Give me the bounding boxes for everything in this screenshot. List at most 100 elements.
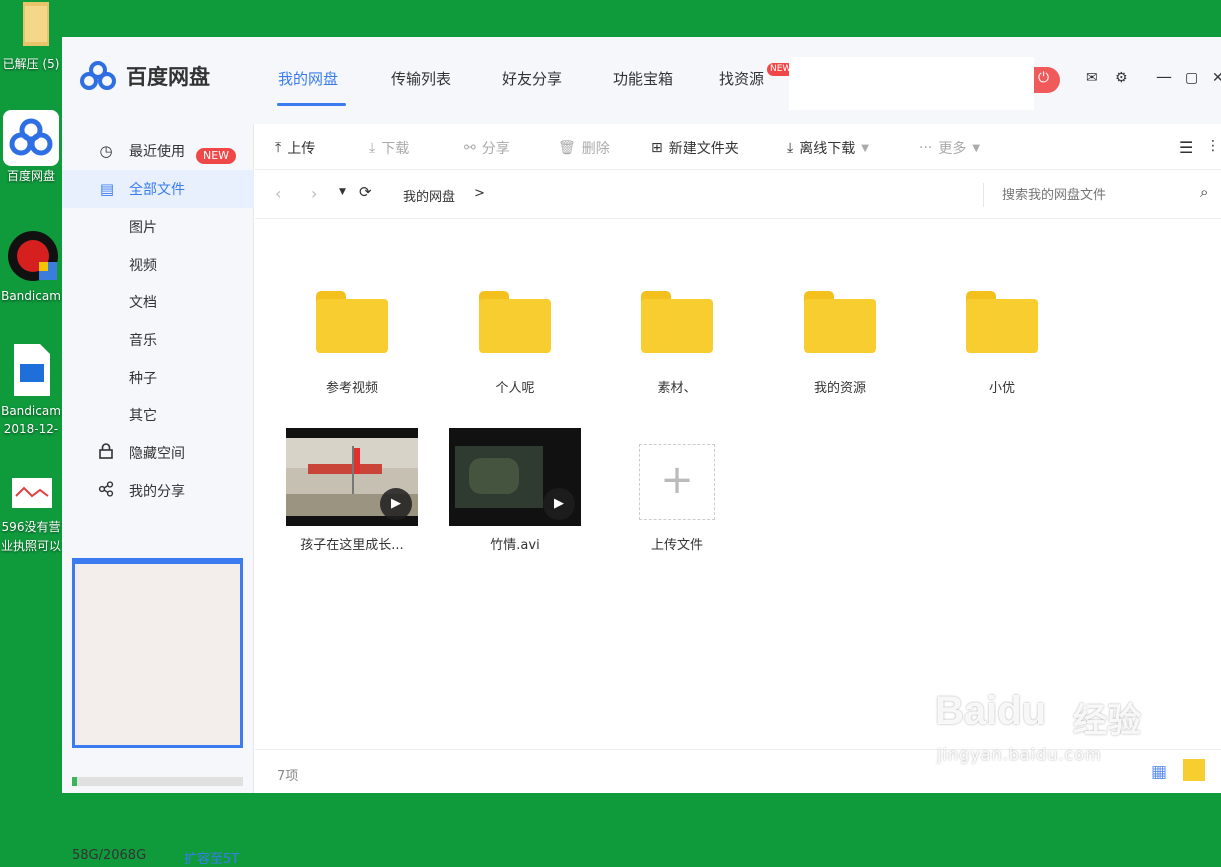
sidebar-item-images[interactable]: 图片 <box>62 208 254 246</box>
tab-transfer-list[interactable]: 传输列表 <box>391 68 451 89</box>
folder-item[interactable]: 参考视频 <box>277 291 427 396</box>
history-dropdown-icon[interactable]: ▼ <box>339 187 346 197</box>
sidebar-promo-card <box>72 558 243 748</box>
sidebar-item-recent[interactable]: ◷ 最近使用 NEW <box>62 132 254 170</box>
offline-download-button[interactable]: ⤓ 离线下载 ▼ <box>787 138 869 158</box>
download-icon: ⤓ <box>787 140 794 156</box>
new-folder-button[interactable]: ⊞ 新建文件夹 <box>651 138 739 158</box>
breadcrumb-root[interactable]: 我的网盘 <box>403 186 455 205</box>
close-icon[interactable]: ✕ <box>1212 70 1221 86</box>
power-button[interactable]: ⏻ <box>1032 67 1060 93</box>
baidu-netdisk-logo-icon <box>80 61 116 90</box>
desktop-icon-bandicam[interactable]: Bandicam <box>0 228 62 304</box>
sidebar: ◷ 最近使用 NEW ▤ 全部文件 图片 视频 文档 音乐 种子 其它 隐藏空间… <box>62 124 254 867</box>
folder-icon <box>316 291 388 353</box>
app-logo-text: 百度网盘 <box>126 65 210 89</box>
video-item[interactable]: ▶ 竹情.avi <box>440 428 590 553</box>
plus-icon: + <box>660 457 694 503</box>
grid-view-icon[interactable]: ▦ <box>1151 762 1167 782</box>
folder-icon <box>966 291 1038 353</box>
video-thumbnail: ▶ <box>449 428 581 526</box>
download-button[interactable]: ⤓ 下载 <box>369 138 409 158</box>
mail-icon[interactable]: ✉ <box>1086 70 1098 86</box>
delete-button[interactable]: 🗑 删除 <box>558 138 610 158</box>
toolbar: ⤒ 上传 ⤓ 下载 ⚯ 分享 🗑 删除 ⊞ 新建文件夹 ⤓ 离线下载 ▼ ··· 更多 ▼ ☰ ⋮ <box>255 124 1221 170</box>
desktop-icon-bandicam-video[interactable]: Bandicam 2018-12- <box>0 342 62 438</box>
upload-file-tile[interactable]: + 上传文件 <box>602 428 752 553</box>
new-badge: NEW <box>196 148 237 164</box>
title-bar: 百度网盘 我的网盘 传输列表 好友分享 功能宝箱 找资源 NEW ⏻ ✉ ⚙ —… <box>62 37 1221 124</box>
video-item[interactable]: ▶ 孩子在这里成长... <box>277 428 427 553</box>
minimize-icon[interactable]: — <box>1156 67 1172 86</box>
sidebar-item-other[interactable]: 其它 <box>62 396 254 434</box>
bandicam-icon <box>8 231 58 281</box>
sort-icon[interactable]: ☰ <box>1179 138 1193 157</box>
video-thumbnail: ▶ <box>286 428 418 526</box>
tab-friend-share[interactable]: 好友分享 <box>502 68 562 89</box>
new-folder-icon: ⊞ <box>651 140 663 156</box>
expand-storage-link[interactable]: 扩容至5T <box>184 848 239 867</box>
gear-icon[interactable]: ⚙ <box>1115 70 1128 86</box>
more-button[interactable]: ··· 更多 ▼ <box>919 138 980 158</box>
document-icon <box>12 478 52 508</box>
sidebar-item-hidden-space[interactable]: 隐藏空间 <box>62 434 254 472</box>
back-icon[interactable]: ‹ <box>275 184 281 203</box>
upload-button[interactable]: ⤒ 上传 <box>275 138 315 158</box>
folder-icon <box>479 291 551 353</box>
storage-quota-bar <box>72 777 243 786</box>
desktop-icon-baidu-netdisk[interactable]: 百度网盘 <box>0 110 62 184</box>
share-icon <box>96 481 116 501</box>
desktop: 已解压 (5) 百度网盘 Bandicam Bandicam 2018-12- … <box>0 0 62 793</box>
folder-item[interactable]: 我的资源 <box>765 291 915 396</box>
sidebar-item-videos[interactable]: 视频 <box>62 246 254 284</box>
upload-queue-icon[interactable] <box>1183 759 1205 781</box>
more-icon: ··· <box>919 140 933 156</box>
maximize-icon[interactable]: ▢ <box>1185 70 1198 86</box>
upload-file-label: 上传文件 <box>650 538 703 553</box>
active-tab-indicator <box>277 103 346 106</box>
upload-plus-box: + <box>639 444 715 520</box>
refresh-icon[interactable]: ⟳ <box>359 183 372 201</box>
folder-item[interactable]: 个人呢 <box>440 291 590 396</box>
search-icon[interactable]: ⌕ <box>1200 183 1208 201</box>
folder-name: 我的资源 <box>813 381 866 396</box>
upload-icon: ⤒ <box>275 140 282 156</box>
sidebar-item-documents[interactable]: 文档 <box>62 283 254 321</box>
status-bar: 7项 ▦ <box>255 749 1221 793</box>
item-count: 7项 <box>277 769 299 784</box>
trash-icon: 🗑 <box>558 140 576 156</box>
folder-icon <box>23 2 49 46</box>
desktop-icon-document[interactable]: 596没有营业执照可以 <box>0 470 62 556</box>
tab-toolbox[interactable]: 功能宝箱 <box>613 68 673 89</box>
sidebar-item-music[interactable]: 音乐 <box>62 321 254 359</box>
forward-icon[interactable]: › <box>311 184 317 203</box>
folder-name: 参考视频 <box>325 381 378 396</box>
desktop-icon-extracted-folder[interactable]: 已解压 (5) <box>0 0 62 72</box>
document-icon: ▤ <box>99 180 115 198</box>
storage-quota-text: 58G/2068G <box>72 848 147 863</box>
share-button[interactable]: ⚯ 分享 <box>464 138 510 158</box>
storage-quota-fill <box>72 777 77 786</box>
folder-item[interactable]: 素材、 <box>602 291 752 396</box>
tab-my-netdisk[interactable]: 我的网盘 <box>278 68 338 89</box>
power-icon: ⏻ <box>1038 70 1050 86</box>
sidebar-item-my-share[interactable]: 我的分享 <box>62 472 254 510</box>
video-name: 竹情.avi <box>490 538 540 553</box>
folder-name: 素材、 <box>657 381 697 396</box>
account-area <box>789 57 1034 110</box>
list-view-icon[interactable]: ⋮ <box>1206 138 1220 154</box>
file-grid: 参考视频 个人呢 素材、 我的资源 小优 ▶ 孩子在这里成长... ▶ 竹情.a… <box>255 219 1221 749</box>
clock-icon: ◷ <box>99 142 113 160</box>
sidebar-item-torrents[interactable]: 种子 <box>62 359 254 397</box>
search-input[interactable] <box>983 183 1193 207</box>
download-icon: ⤓ <box>369 140 376 156</box>
app-logo: 百度网盘 <box>78 59 238 93</box>
video-file-icon <box>14 344 50 396</box>
tab-find-resources[interactable]: 找资源 <box>719 68 764 89</box>
folder-name: 小优 <box>988 381 1015 396</box>
folder-name: 个人呢 <box>495 381 535 396</box>
caret-down-icon: ▼ <box>972 142 981 154</box>
folder-item[interactable]: 小优 <box>927 291 1077 396</box>
caret-down-icon: ▼ <box>861 142 869 154</box>
sidebar-item-all-files[interactable]: ▤ 全部文件 <box>62 170 254 208</box>
